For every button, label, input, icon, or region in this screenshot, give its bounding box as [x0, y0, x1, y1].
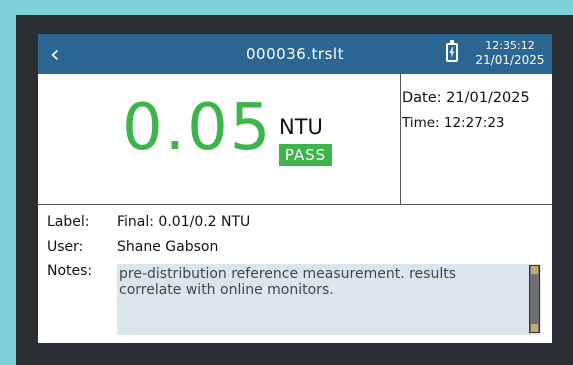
notes-field[interactable]: pre-distribution reference measurement. … [117, 264, 541, 335]
notes-scrollbar[interactable] [529, 265, 540, 333]
measurement-meta: Date: 21/01/2025 Time: 12:27:23 [402, 86, 530, 136]
vertical-divider [400, 74, 401, 204]
header-bar: ‹ 000036.trslt 12:35:12 21/01/2025 [38, 34, 552, 74]
status-clock: 12:35:12 21/01/2025 [470, 38, 550, 68]
battery-icon [446, 40, 458, 62]
result-screen: ‹ 000036.trslt 12:35:12 21/01/2025 0.05 … [38, 34, 552, 343]
scroll-down-cap[interactable] [531, 324, 538, 332]
notes-key: Notes: [47, 263, 93, 279]
clock-date: 21/01/2025 [475, 53, 545, 67]
measurement-date: Date: 21/01/2025 [402, 90, 530, 106]
measurement-time: Time: 12:27:23 [402, 115, 505, 131]
reading-unit: NTU [279, 115, 323, 139]
notes-value: pre-distribution reference measurement. … [119, 266, 457, 298]
pass-badge: PASS [279, 144, 332, 166]
user-key: User: [47, 239, 84, 255]
scroll-up-cap[interactable] [531, 266, 538, 274]
label-key: Label: [47, 214, 90, 230]
reading-value: 0.05 [122, 91, 273, 165]
clock-time: 12:35:12 [485, 39, 535, 52]
user-value: Shane Gabson [117, 239, 219, 255]
user-row: User: Shane Gabson [47, 239, 218, 255]
label-row: Label: Final: 0.01/0.2 NTU [47, 214, 250, 230]
label-value: Final: 0.01/0.2 NTU [117, 214, 251, 230]
